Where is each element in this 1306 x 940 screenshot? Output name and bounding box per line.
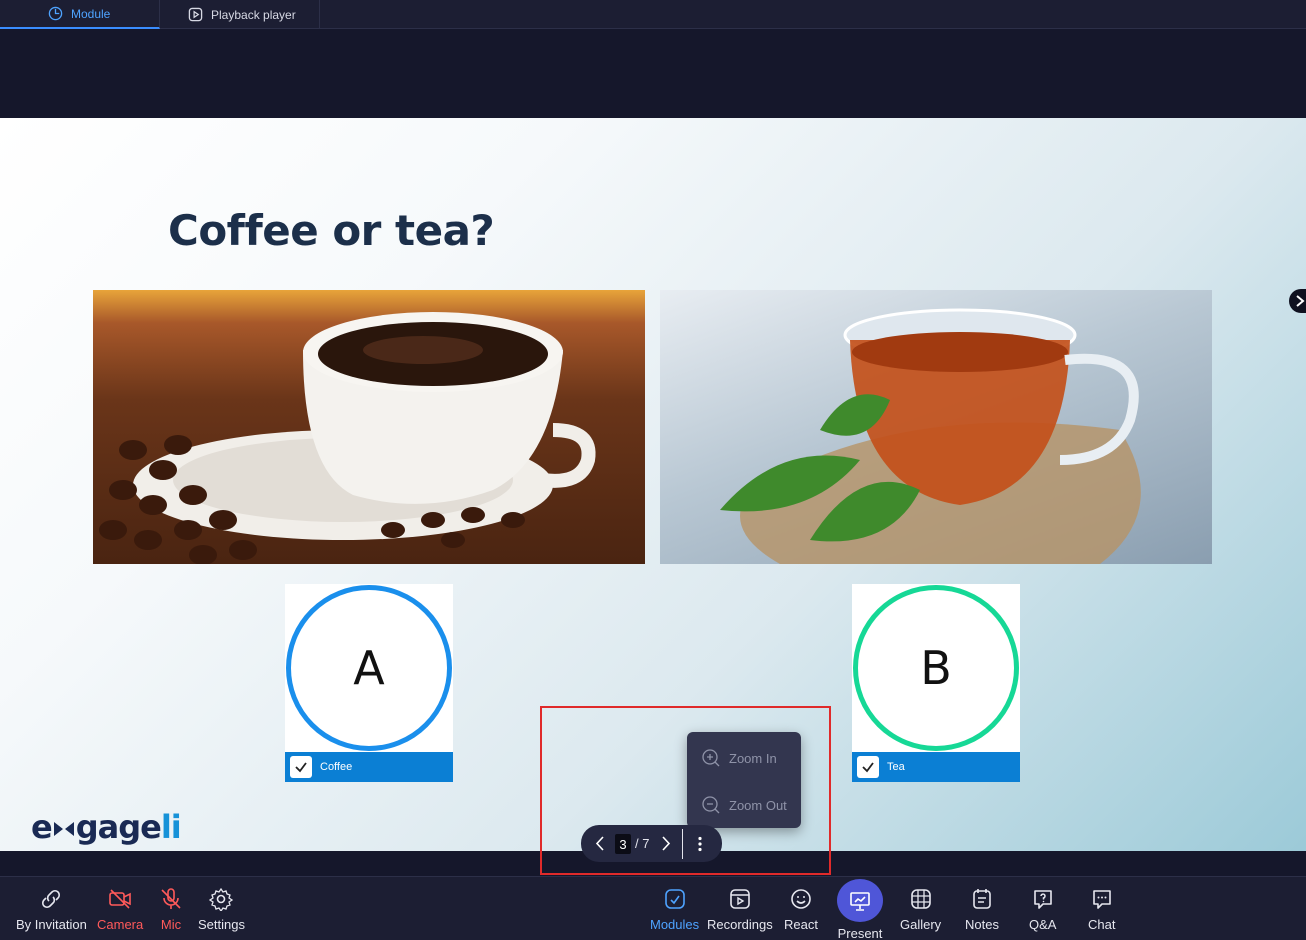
chevron-right-icon [1296,295,1305,307]
mic-off-icon [161,888,181,909]
gallery-grid-icon [910,889,931,909]
notes-icon [973,889,991,909]
present-button[interactable]: Present [837,877,883,940]
chat-button[interactable]: Chat [1088,877,1115,940]
notes-button[interactable]: Notes [965,877,999,940]
modules-icon [664,889,685,909]
gear-icon [209,887,234,911]
tab-bar: Module Playback player [0,0,1306,29]
camera-button[interactable]: Camera [97,877,143,940]
option-b-circle: B [853,585,1019,751]
bottom-toolbar: By Invitation Camera Mic Settings Module… [0,876,1306,940]
gallery-button[interactable]: Gallery [900,877,941,940]
playback-icon [188,7,203,22]
option-a-card[interactable]: A Coffee [285,584,453,782]
react-button[interactable]: React [784,877,818,940]
mic-button[interactable]: Mic [159,877,183,940]
checkmark-icon [862,762,874,773]
engageli-logo: e gageli [31,808,182,846]
option-b-label: Tea [887,761,905,773]
tea-image [660,290,1212,564]
checkmark-icon [295,762,307,773]
tab-playback-label: Playback player [211,7,296,22]
recordings-button[interactable]: Recordings [707,877,773,940]
link-icon [42,889,61,909]
option-b-card[interactable]: B Tea [852,584,1020,782]
slide-title: Coffee or tea? [168,206,495,255]
by-invitation-button[interactable]: By Invitation [16,877,87,940]
option-a-bar[interactable]: Coffee [285,752,453,782]
tab-module[interactable]: Module [0,0,160,29]
annotation-highlight-box [540,706,831,875]
checkbox-coffee[interactable] [290,756,312,778]
camera-off-icon [109,889,131,909]
checkbox-tea[interactable] [857,756,879,778]
chat-bubble-icon [1092,890,1111,909]
question-bubble-icon [1033,890,1052,909]
coffee-image [93,290,645,564]
module-icon [48,6,63,21]
present-icon-circle [837,879,883,922]
smiley-icon [791,889,811,909]
tab-module-label: Module [71,6,111,21]
app-window: Module Playback player Coffee or tea? A … [0,0,1306,940]
option-a-label: Coffee [320,761,353,773]
present-icon [850,891,870,911]
option-a-circle: A [286,585,452,751]
modules-button[interactable]: Modules [650,877,699,940]
tab-playback-player[interactable]: Playback player [160,0,320,29]
recordings-icon [730,889,750,909]
settings-button[interactable]: Settings [198,877,245,940]
option-b-bar[interactable]: Tea [852,752,1020,782]
next-slide-arrow[interactable] [1289,289,1306,313]
qa-button[interactable]: Q&A [1029,877,1056,940]
